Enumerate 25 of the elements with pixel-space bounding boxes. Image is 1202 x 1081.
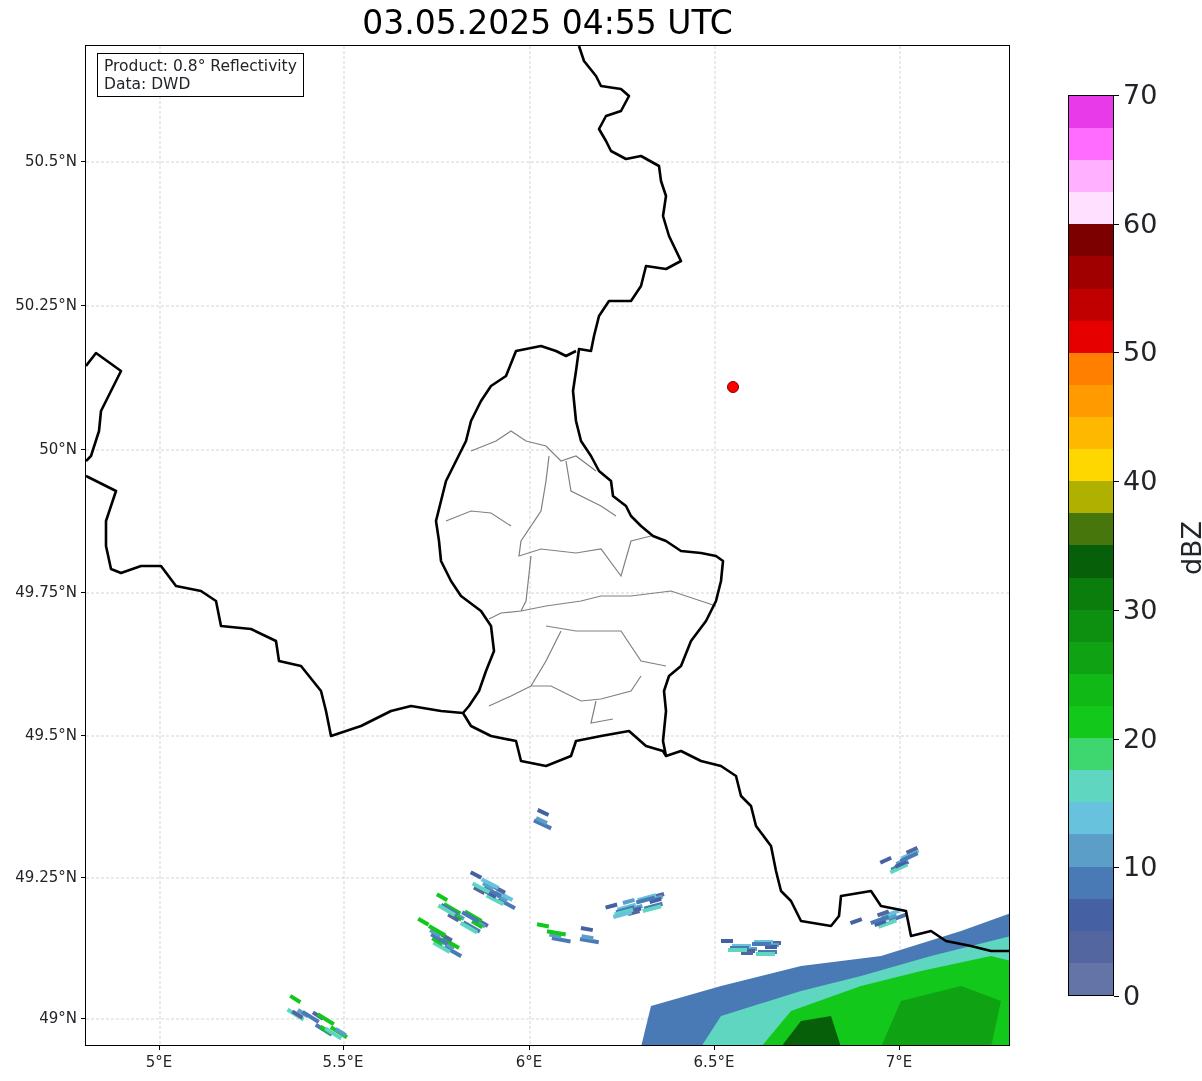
colorbar-tick-label: 70: [1123, 80, 1158, 110]
axis-tick-label: 49°N: [39, 1009, 77, 1027]
colorbar-tick-label: 0: [1123, 981, 1141, 1011]
axis-tick-label: 50.5°N: [24, 152, 77, 170]
location-marker: [727, 381, 739, 393]
axis-tick-label: 49.25°N: [15, 868, 77, 886]
colorbar-tick-label: 50: [1123, 337, 1158, 368]
axis-tick-label: 5°E: [145, 1053, 173, 1071]
axis-tick-label: 6°E: [515, 1053, 543, 1071]
axis-tick-label: 49.75°N: [15, 583, 77, 601]
colorbar-tick-label: 30: [1123, 594, 1158, 625]
info-text: Product: 0.8° Reflectivity: [104, 57, 297, 75]
axis-tick-label: 7°E: [885, 1053, 913, 1071]
colorbar-tick-label: 20: [1123, 723, 1158, 754]
axis-tick-label: 50.25°N: [15, 296, 77, 314]
axis-tick-label: 50°N: [39, 440, 77, 458]
colorbar-tick-label: 60: [1123, 208, 1158, 239]
info-text: Data: DWD: [104, 75, 192, 93]
axis-tick-label: 49.5°N: [24, 726, 77, 744]
axis-tick-label: 5.5°E: [322, 1053, 364, 1071]
colorbar-label: dBZ: [1177, 520, 1202, 576]
colorbar-tick-label: 10: [1123, 852, 1158, 883]
colorbar-tick-label: 40: [1123, 466, 1158, 497]
axis-tick-label: 6.5°E: [693, 1053, 735, 1071]
chart-title: 03.05.2025 04:55 UTC: [361, 2, 734, 44]
